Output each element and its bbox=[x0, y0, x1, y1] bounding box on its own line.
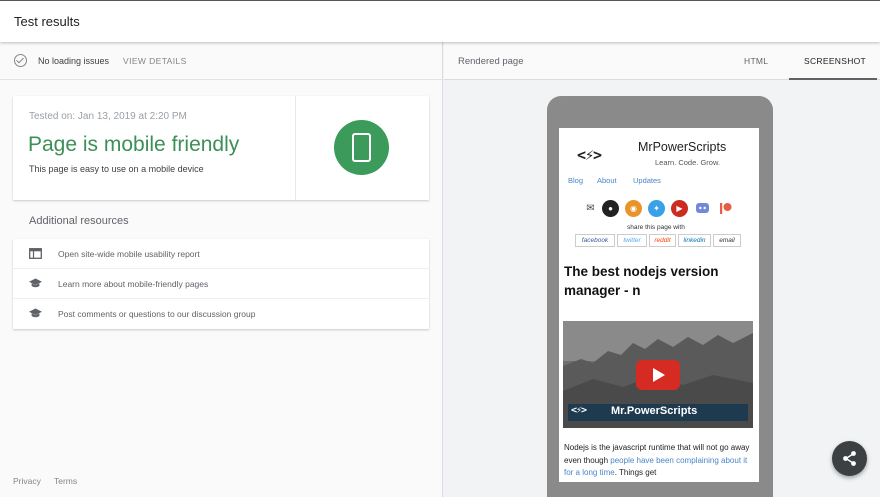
discord-icon bbox=[694, 200, 711, 217]
twitter-icon: ✦ bbox=[648, 200, 665, 217]
share-label: share this page with bbox=[627, 224, 685, 231]
site-tagline: Learn. Code. Grow. bbox=[655, 158, 721, 167]
patreon-icon bbox=[717, 200, 734, 217]
share-linkedin: linkedin bbox=[678, 234, 711, 247]
result-headline: Page is mobile friendly bbox=[28, 133, 240, 156]
top-bar: Test results bbox=[0, 0, 880, 42]
result-card: Tested on: Jan 13, 2019 at 2:20 PM Page … bbox=[13, 96, 429, 200]
site-nav-updates: Updates bbox=[633, 176, 661, 185]
share-facebook: facebook bbox=[575, 234, 615, 247]
view-details-link[interactable]: VIEW DETAILS bbox=[123, 56, 187, 66]
play-button-icon bbox=[636, 360, 680, 390]
school-icon bbox=[29, 278, 42, 288]
site-brand: MrPowerScripts bbox=[638, 140, 727, 154]
site-logo: <⚡> bbox=[577, 146, 602, 164]
post-body: Nodejs is the javascript runtime that wi… bbox=[564, 442, 754, 480]
rss-icon: ◉ bbox=[625, 200, 642, 217]
rendered-screenshot: <⚡> MrPowerScripts Learn. Code. Grow. Bl… bbox=[559, 128, 759, 482]
share-button[interactable] bbox=[832, 441, 867, 476]
resource-label: Learn more about mobile-friendly pages bbox=[58, 279, 209, 289]
results-panel: No loading issues VIEW DETAILS Tested on… bbox=[0, 42, 443, 497]
video-logo: <⚡> bbox=[571, 405, 587, 416]
github-icon: ● bbox=[602, 200, 619, 217]
status-bar: No loading issues VIEW DETAILS bbox=[0, 42, 442, 80]
tested-on: Tested on: Jan 13, 2019 at 2:20 PM bbox=[29, 111, 187, 122]
page-title: Test results bbox=[14, 14, 80, 29]
privacy-link[interactable]: Privacy bbox=[13, 476, 41, 486]
rendered-page-label: Rendered page bbox=[458, 56, 524, 67]
mobile-phone-icon bbox=[334, 120, 389, 175]
resource-item-discussion-group[interactable]: Post comments or questions to our discus… bbox=[13, 299, 429, 329]
tab-html[interactable]: HTML bbox=[744, 56, 768, 66]
result-subline: This page is easy to use on a mobile dev… bbox=[29, 164, 204, 174]
share-reddit: reddit bbox=[649, 234, 676, 247]
share-email: email bbox=[713, 234, 741, 247]
tab-screenshot[interactable]: SCREENSHOT bbox=[804, 56, 866, 66]
resource-item-learn-more[interactable]: Learn more about mobile-friendly pages bbox=[13, 269, 429, 299]
check-circle-icon bbox=[14, 54, 27, 67]
terms-link[interactable]: Terms bbox=[54, 476, 77, 486]
video-title-bar: <⚡> Mr.PowerScripts bbox=[568, 404, 748, 421]
resource-label: Post comments or questions to our discus… bbox=[58, 309, 256, 319]
active-tab-indicator bbox=[789, 78, 877, 80]
post-body-text-end: . Things get bbox=[614, 468, 657, 477]
share-twitter: twitter bbox=[617, 234, 647, 247]
preview-header: Rendered page HTML SCREENSHOT bbox=[444, 42, 880, 80]
preview-panel: Rendered page HTML SCREENSHOT <⚡> MrPowe… bbox=[444, 42, 880, 497]
email-icon: ✉ bbox=[582, 200, 599, 217]
resource-label: Open site-wide mobile usability report bbox=[58, 249, 200, 259]
resources-list: Open site-wide mobile usability report L… bbox=[13, 239, 429, 329]
status-text: No loading issues bbox=[38, 56, 110, 66]
card-divider bbox=[295, 96, 296, 200]
site-nav-about: About bbox=[597, 176, 617, 185]
share-icon bbox=[843, 451, 856, 466]
post-title: The best nodejs version manager - n bbox=[564, 264, 719, 298]
device-frame: <⚡> MrPowerScripts Learn. Code. Grow. Bl… bbox=[547, 96, 773, 497]
youtube-icon: ▶ bbox=[671, 200, 688, 217]
web-window-icon bbox=[29, 248, 42, 259]
school-icon bbox=[29, 308, 42, 318]
video-thumbnail: <⚡> Mr.PowerScripts bbox=[563, 321, 753, 428]
resource-item-usability-report[interactable]: Open site-wide mobile usability report bbox=[13, 239, 429, 269]
additional-resources-heading: Additional resources bbox=[29, 215, 129, 227]
video-title: Mr.PowerScripts bbox=[611, 405, 698, 417]
site-nav-blog: Blog bbox=[568, 176, 584, 185]
